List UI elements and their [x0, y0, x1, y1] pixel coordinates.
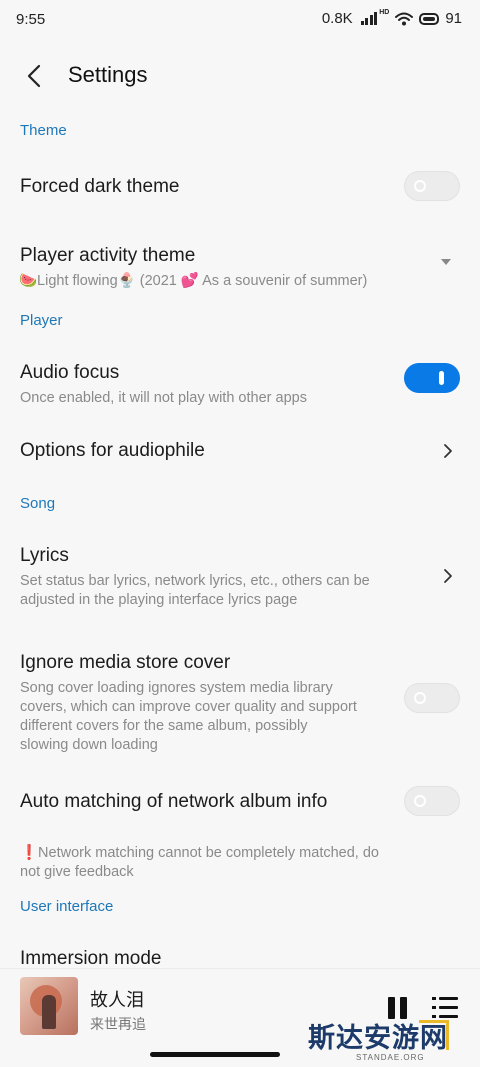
network-speed: 0.8K	[321, 10, 353, 27]
chevron-right-icon	[444, 444, 452, 458]
player-activity-value: 🍉Light flowing🍨 (2021 💕 As a souvenir of…	[19, 273, 368, 289]
arrow-left-icon[interactable]	[22, 62, 50, 90]
song-title: 故人泪	[90, 990, 144, 1011]
album-cover[interactable]	[20, 977, 78, 1035]
ignore-cover-subtitle-2: covers, which can improve cover quality …	[20, 699, 357, 715]
page-title: Settings	[68, 62, 148, 87]
section-song: Song	[20, 495, 56, 512]
lyrics-subtitle-2: adjusted in the playing interface lyrics…	[20, 592, 298, 608]
watermark-sub: STANDAE.ORG	[356, 1053, 425, 1062]
audio-focus-subtitle: Once enabled, it will not play with othe…	[20, 390, 307, 406]
auto-matching-title: Auto matching of network album info	[20, 791, 328, 812]
ignore-cover-subtitle-3: different covers for the same album, pos…	[20, 718, 308, 734]
forced-dark-toggle[interactable]	[404, 171, 460, 201]
audio-focus-toggle[interactable]	[404, 363, 460, 393]
battery-icon	[419, 12, 440, 25]
status-bar: 9:55 0.8K HD 91	[0, 0, 480, 40]
watermark-text: 斯达安游网	[308, 1023, 448, 1054]
song-artist: 来世再追	[90, 1017, 146, 1033]
signal-icon	[360, 12, 378, 25]
chevron-right-icon	[444, 569, 452, 583]
network-type: HD	[379, 9, 390, 16]
ignore-cover-subtitle-1: Song cover loading ignores system media …	[20, 680, 333, 696]
ignore-cover-toggle[interactable]	[404, 683, 460, 713]
lyrics-title: Lyrics	[20, 545, 69, 566]
status-time: 9:55	[16, 11, 46, 28]
battery-level: 91	[445, 10, 462, 27]
dropdown-arrow-icon[interactable]	[441, 259, 451, 265]
status-right: 0.8K HD 91	[321, 9, 462, 27]
ignore-cover-title: Ignore media store cover	[20, 652, 231, 673]
audiophile-title: Options for audiophile	[20, 440, 205, 461]
audio-focus-title: Audio focus	[20, 362, 120, 383]
ignore-cover-subtitle-4: slowing down loading	[20, 737, 158, 753]
section-user-interface: User interface	[20, 898, 114, 915]
auto-matching-toggle[interactable]	[404, 786, 460, 816]
lyrics-subtitle-1: Set status bar lyrics, network lyrics, e…	[20, 573, 370, 589]
forced-dark-title: Forced dark theme	[20, 176, 180, 197]
section-theme: Theme	[20, 122, 67, 139]
wifi-icon	[395, 12, 414, 25]
player-activity-title: Player activity theme	[20, 245, 196, 266]
section-player: Player	[20, 312, 63, 329]
auto-matching-note-1: ❗Network matching cannot be completely m…	[20, 845, 379, 861]
home-indicator[interactable]	[150, 1052, 280, 1057]
auto-matching-note-2: not give feedback	[20, 864, 134, 880]
immersion-mode-title[interactable]: Immersion mode	[20, 948, 162, 970]
watermark: 斯达安游网 STANDAE.ORG	[308, 1016, 453, 1062]
